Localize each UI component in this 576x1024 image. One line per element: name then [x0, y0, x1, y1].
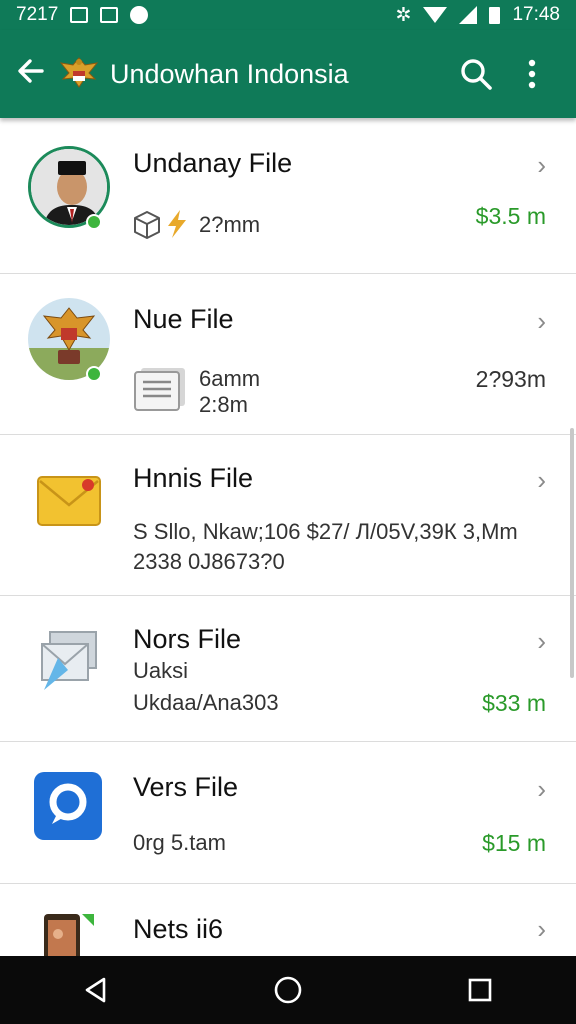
chevron-right-icon[interactable]: ›: [537, 914, 546, 945]
notification-icon: [130, 6, 149, 24]
status-time-right: 17:48: [512, 4, 560, 25]
list-item[interactable]: Nets ii6 ›: [0, 884, 576, 956]
back-triangle-icon[interactable]: [66, 960, 126, 1020]
home-circle-icon[interactable]: [258, 960, 318, 1020]
back-arrow-icon[interactable]: [16, 56, 56, 93]
search-icon[interactable]: [448, 46, 504, 102]
file-price: $3.5 m: [475, 203, 546, 229]
bolt-icon: [164, 208, 190, 245]
battery-icon: [489, 6, 501, 24]
phone-photo-icon: [42, 912, 96, 956]
file-meta: 0rg 5.tam: [133, 830, 226, 855]
file-price: $15 m: [482, 830, 546, 856]
envelope-icon: [36, 473, 102, 534]
online-indicator: [86, 366, 102, 382]
file-name: Undanay File: [133, 148, 293, 178]
list-item[interactable]: Undanay File › 2?mm $3.5 m: [0, 118, 576, 274]
file-meta: 2:8m: [199, 392, 248, 417]
status-bar: 7217 ✲ 17:48: [0, 0, 576, 30]
file-meta: 2338 0J8673?0: [133, 549, 285, 574]
chevron-right-icon[interactable]: ›: [537, 465, 546, 496]
gallery-icon: [70, 7, 89, 23]
file-path: Ukdaa/Ana303: [133, 690, 279, 715]
file-meta: 2?mm: [199, 212, 261, 237]
chat-bubble-icon: [32, 770, 104, 847]
signal-icon: [459, 6, 478, 24]
list-item[interactable]: Vers File › 0rg 5.tam $15 m: [0, 742, 576, 884]
file-size: 6amm: [199, 366, 261, 391]
file-price: 2?93m: [475, 366, 546, 392]
app-title: Undowhan Indonsia: [110, 58, 349, 89]
recents-square-icon[interactable]: [450, 960, 510, 1020]
file-name: Nets ii6: [133, 914, 224, 944]
cube-icon: [133, 210, 161, 245]
wifi-icon: [423, 7, 448, 23]
settings-status-icon: ✲: [395, 4, 412, 26]
file-name: Vers File: [133, 772, 239, 802]
file-meta: Uaksi: [133, 658, 189, 683]
image-icon: [100, 7, 119, 23]
file-list: Undanay File › 2?mm $3.5 m Nue File › 6a…: [0, 118, 576, 956]
navigation-bar: [0, 956, 576, 1024]
file-details: S Sllo, Nkaw;106 $27/ Л/05V,39К 3,Mm: [133, 519, 518, 544]
file-name: Nue File: [133, 304, 234, 334]
mail-stack-icon: [38, 628, 102, 697]
app-bar: Undowhan Indonsia: [0, 30, 576, 118]
status-time-left: 7217: [16, 4, 59, 25]
list-item[interactable]: Nue File › 6amm 2:8m 2?93m: [0, 274, 576, 435]
file-price: $33 m: [482, 690, 546, 716]
document-icon: [133, 364, 187, 417]
online-indicator: [86, 214, 102, 230]
chevron-right-icon[interactable]: ›: [537, 626, 546, 657]
emblem-logo: [58, 53, 100, 95]
chevron-right-icon[interactable]: ›: [537, 774, 546, 805]
file-name: Nors File: [133, 624, 242, 654]
file-name: Hnnis File: [133, 463, 254, 493]
more-vert-icon[interactable]: [504, 46, 560, 102]
scrollbar[interactable]: [570, 428, 574, 678]
list-item[interactable]: Nors File › Uaksi Ukdaa/Ana303 $33 m: [0, 596, 576, 742]
chevron-right-icon[interactable]: ›: [537, 150, 546, 181]
list-item[interactable]: Hnnis File › S Sllo, Nkaw;106 $27/ Л/05V…: [0, 435, 576, 596]
chevron-right-icon[interactable]: ›: [537, 306, 546, 337]
